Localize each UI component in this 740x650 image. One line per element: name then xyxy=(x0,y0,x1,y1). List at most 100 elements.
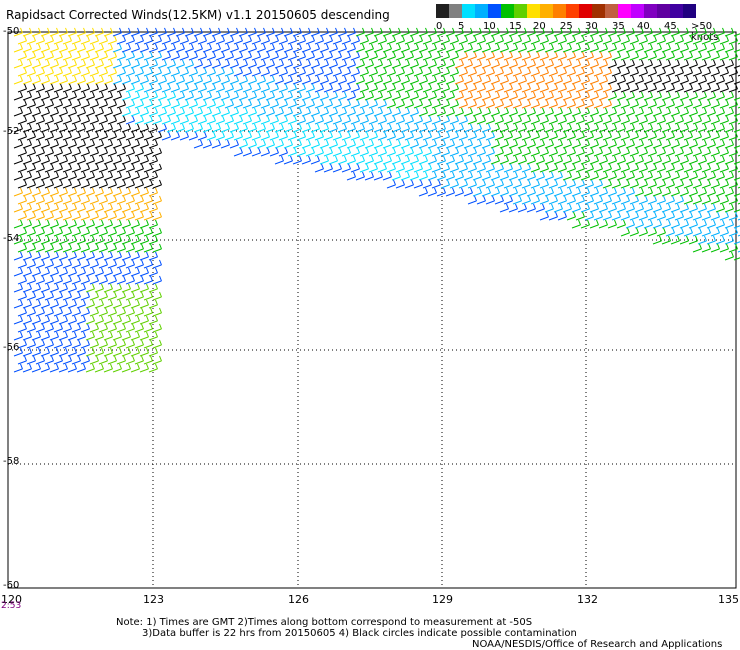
wind-barb-flag xyxy=(159,115,162,122)
wind-barb-flag xyxy=(272,75,275,82)
wind-barb-flag xyxy=(24,227,27,234)
wind-barb xyxy=(499,64,509,69)
wind-barb xyxy=(665,104,675,109)
wind-barb xyxy=(440,168,450,173)
wind-barb-flag xyxy=(65,171,68,178)
wind-barb-flag xyxy=(74,235,77,242)
wind-barb xyxy=(508,48,518,53)
wind-barb-flag xyxy=(60,147,63,154)
wind-barb-flag xyxy=(60,339,63,346)
wind-barb-flag xyxy=(492,131,495,138)
wind-barb xyxy=(44,168,54,173)
wind-barb xyxy=(121,160,131,165)
wind-barb xyxy=(548,168,558,173)
wind-barb-flag xyxy=(200,139,203,146)
wind-barb-flag xyxy=(348,67,351,74)
wind-barb-flag xyxy=(573,131,576,138)
wind-barb-flag xyxy=(731,59,734,66)
wind-barb-flag xyxy=(339,35,342,42)
wind-barb-flag xyxy=(182,123,185,130)
wind-barb-flag xyxy=(452,43,455,50)
wind-barb-flag xyxy=(681,227,684,234)
wind-barb-flag xyxy=(425,91,428,98)
wind-barb xyxy=(697,48,707,53)
wind-barb-flag xyxy=(402,147,405,154)
wind-barb-flag xyxy=(245,123,248,130)
wind-barb xyxy=(616,96,626,101)
wind-barb xyxy=(620,232,630,237)
wind-barb-flag xyxy=(407,91,410,98)
wind-barb xyxy=(62,344,72,349)
wind-barb-flag xyxy=(591,99,594,106)
wind-barb xyxy=(58,224,68,229)
wind-barb-flag xyxy=(65,251,68,258)
wind-barb-flag xyxy=(605,107,608,114)
wind-barb xyxy=(431,152,441,157)
wind-barb-flag xyxy=(425,43,428,50)
wind-barb xyxy=(571,64,581,69)
wind-barb-flag xyxy=(690,163,693,170)
wind-barb xyxy=(499,160,509,165)
wind-barb xyxy=(76,336,86,341)
wind-barb-flag xyxy=(51,131,54,138)
wind-barb xyxy=(530,56,540,61)
wind-barb-flag xyxy=(348,163,351,170)
wind-barb xyxy=(530,120,540,125)
wind-barb xyxy=(166,32,176,37)
wind-barb xyxy=(17,72,27,77)
wind-barb xyxy=(139,320,149,325)
wind-barb xyxy=(679,96,689,101)
wind-barb-flag xyxy=(555,179,558,186)
wind-barb-flag xyxy=(600,67,603,74)
wind-barb xyxy=(31,160,41,165)
wind-barb-flag xyxy=(677,43,680,50)
wind-barb xyxy=(422,168,432,173)
wind-barb xyxy=(368,152,378,157)
wind-barb xyxy=(148,352,158,357)
wind-barb-flag xyxy=(249,99,252,106)
wind-barb xyxy=(436,128,446,133)
wind-barb-flag xyxy=(159,259,162,266)
wind-barb xyxy=(427,80,437,85)
wind-barb xyxy=(476,56,486,61)
wind-barb xyxy=(130,208,140,213)
wind-barb xyxy=(134,200,144,205)
wind-barb xyxy=(647,40,657,45)
wind-barb-flag xyxy=(389,59,392,66)
wind-barb-flag xyxy=(74,107,77,114)
wind-barb-flag xyxy=(42,275,45,282)
wind-barb-flag xyxy=(69,307,72,314)
wind-barb xyxy=(112,368,122,373)
wind-barb xyxy=(539,136,549,141)
wind-barb xyxy=(607,96,617,101)
wind-barb-flag xyxy=(321,99,324,106)
wind-barb xyxy=(166,48,176,53)
wind-barb xyxy=(269,120,279,125)
wind-barb-flag xyxy=(560,139,563,146)
wind-barb-flag xyxy=(389,171,392,178)
wind-barb-flag xyxy=(137,171,140,178)
wind-barb-flag xyxy=(96,179,99,186)
wind-barb-flag xyxy=(276,147,279,154)
wind-barb-flag xyxy=(38,203,41,210)
wind-barb xyxy=(458,104,468,109)
wind-barb xyxy=(67,48,77,53)
wind-barb-flag xyxy=(731,75,734,82)
wind-barb-flag xyxy=(474,83,477,90)
wind-barb xyxy=(409,96,419,101)
wind-barb xyxy=(247,48,257,53)
wind-barb xyxy=(278,56,288,61)
wind-barb xyxy=(661,176,671,181)
wind-barb-flag xyxy=(110,75,113,82)
wind-barb-flag xyxy=(425,139,428,146)
wind-barb xyxy=(292,32,302,37)
wind-barb-flag xyxy=(258,147,261,154)
wind-barb-flag xyxy=(290,107,293,114)
wind-barb xyxy=(607,80,617,85)
wind-barb xyxy=(368,72,378,77)
wind-barb-flag xyxy=(78,51,81,58)
wind-barb xyxy=(400,176,410,181)
wind-barb-flag xyxy=(290,155,293,162)
wind-barb-flag xyxy=(92,219,95,226)
wind-barb xyxy=(251,40,261,45)
